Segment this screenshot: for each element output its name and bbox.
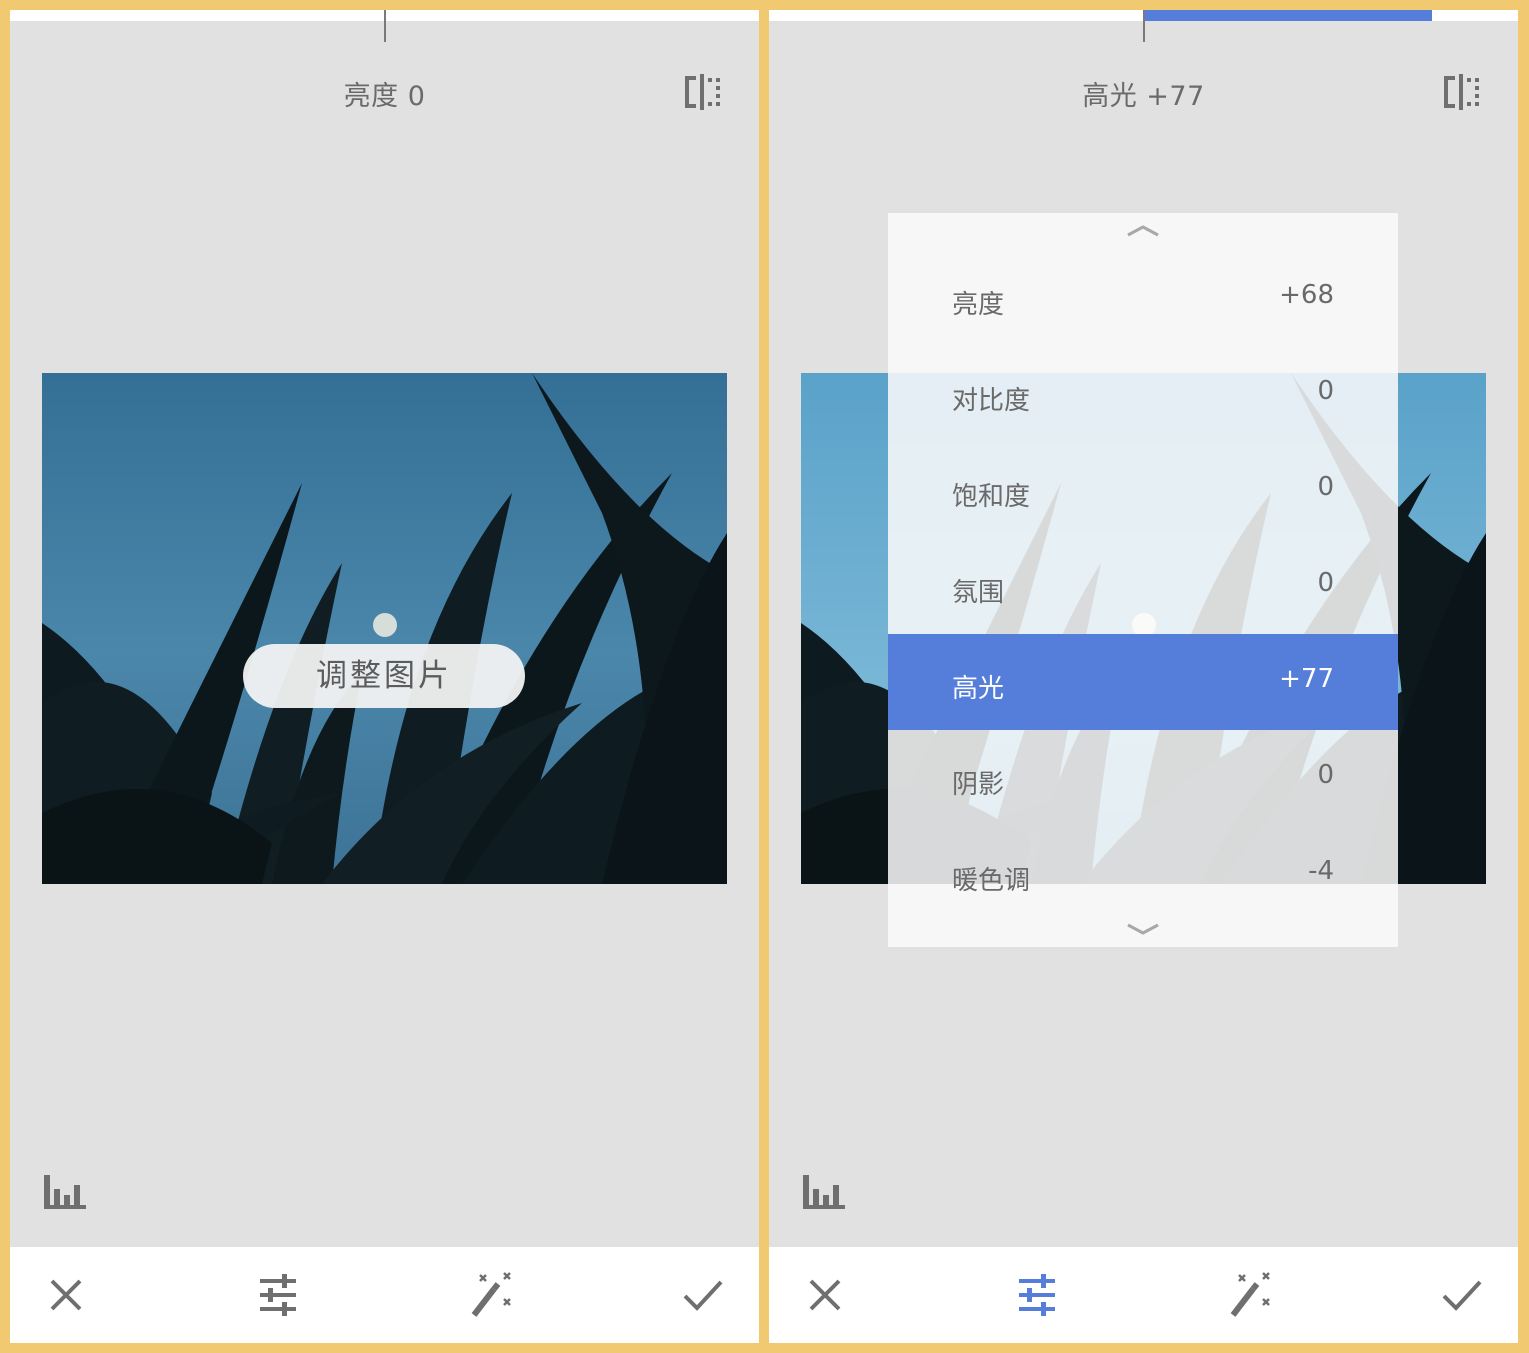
menu-item-shadows[interactable]: 阴影 0 [888, 730, 1398, 826]
menu-item-label: 对比度 [952, 386, 1031, 416]
menu-item-value: +77 [1279, 664, 1334, 694]
menu-item-contrast[interactable]: 对比度 0 [888, 346, 1398, 442]
tune-icon[interactable] [254, 1271, 302, 1319]
magic-wand-icon[interactable] [1225, 1271, 1273, 1319]
menu-item-label: 阴影 [952, 770, 1005, 800]
left-editor-panel: 亮度 0 调整图片 [10, 10, 759, 1343]
adjust-photo-hint[interactable]: 调整图片 [243, 644, 525, 708]
menu-item-label: 暖色调 [952, 866, 1031, 896]
menu-item-value: 0 [1317, 568, 1334, 598]
menu-item-ambiance[interactable]: 氛围 0 [888, 538, 1398, 634]
adjustment-title: 高光 +77 [1082, 81, 1205, 112]
menu-item-value: 0 [1317, 472, 1334, 502]
menu-item-value: 0 [1317, 376, 1334, 406]
photo-preview[interactable] [42, 373, 727, 884]
histogram-icon[interactable] [802, 1175, 846, 1209]
chevron-up-icon[interactable] [1124, 221, 1162, 239]
right-editor-panel: 高光 +77 亮度 +68 对比度 0 饱和度 0 氛围 0 高光 +77 阴影… [769, 10, 1518, 1343]
slider-center-marker [1143, 10, 1145, 42]
bottom-toolbar [769, 1247, 1518, 1343]
menu-item-highlights[interactable]: 高光 +77 [888, 634, 1398, 730]
compare-icon[interactable] [683, 74, 723, 110]
moon [373, 613, 397, 637]
adjustment-title: 亮度 0 [343, 81, 426, 112]
menu-item-label: 饱和度 [952, 482, 1031, 512]
menu-item-label: 亮度 [952, 290, 1005, 320]
histogram-icon[interactable] [43, 1175, 87, 1209]
adjust-slider[interactable] [769, 10, 1518, 42]
compare-icon[interactable] [1442, 74, 1482, 110]
close-icon[interactable] [42, 1271, 90, 1319]
slider-center-marker [384, 10, 386, 42]
tune-icon[interactable] [1013, 1271, 1061, 1319]
check-icon[interactable] [679, 1271, 727, 1319]
menu-item-value: +68 [1279, 280, 1334, 310]
menu-item-value: -4 [1308, 856, 1334, 886]
menu-item-brightness[interactable]: 亮度 +68 [888, 250, 1398, 346]
slider-fill [1144, 10, 1432, 21]
chevron-down-icon[interactable] [1124, 921, 1162, 939]
bottom-toolbar [10, 1247, 759, 1343]
menu-item-saturation[interactable]: 饱和度 0 [888, 442, 1398, 538]
check-icon[interactable] [1438, 1271, 1486, 1319]
adjust-slider[interactable] [10, 10, 759, 42]
menu-item-value: 0 [1317, 760, 1334, 790]
adjustment-menu: 亮度 +68 对比度 0 饱和度 0 氛围 0 高光 +77 阴影 0 暖色调 … [888, 213, 1398, 947]
menu-item-label: 氛围 [952, 578, 1005, 608]
magic-wand-icon[interactable] [466, 1271, 514, 1319]
menu-item-warmth[interactable]: 暖色调 -4 [888, 826, 1398, 922]
menu-item-label: 高光 [952, 674, 1005, 704]
close-icon[interactable] [801, 1271, 849, 1319]
